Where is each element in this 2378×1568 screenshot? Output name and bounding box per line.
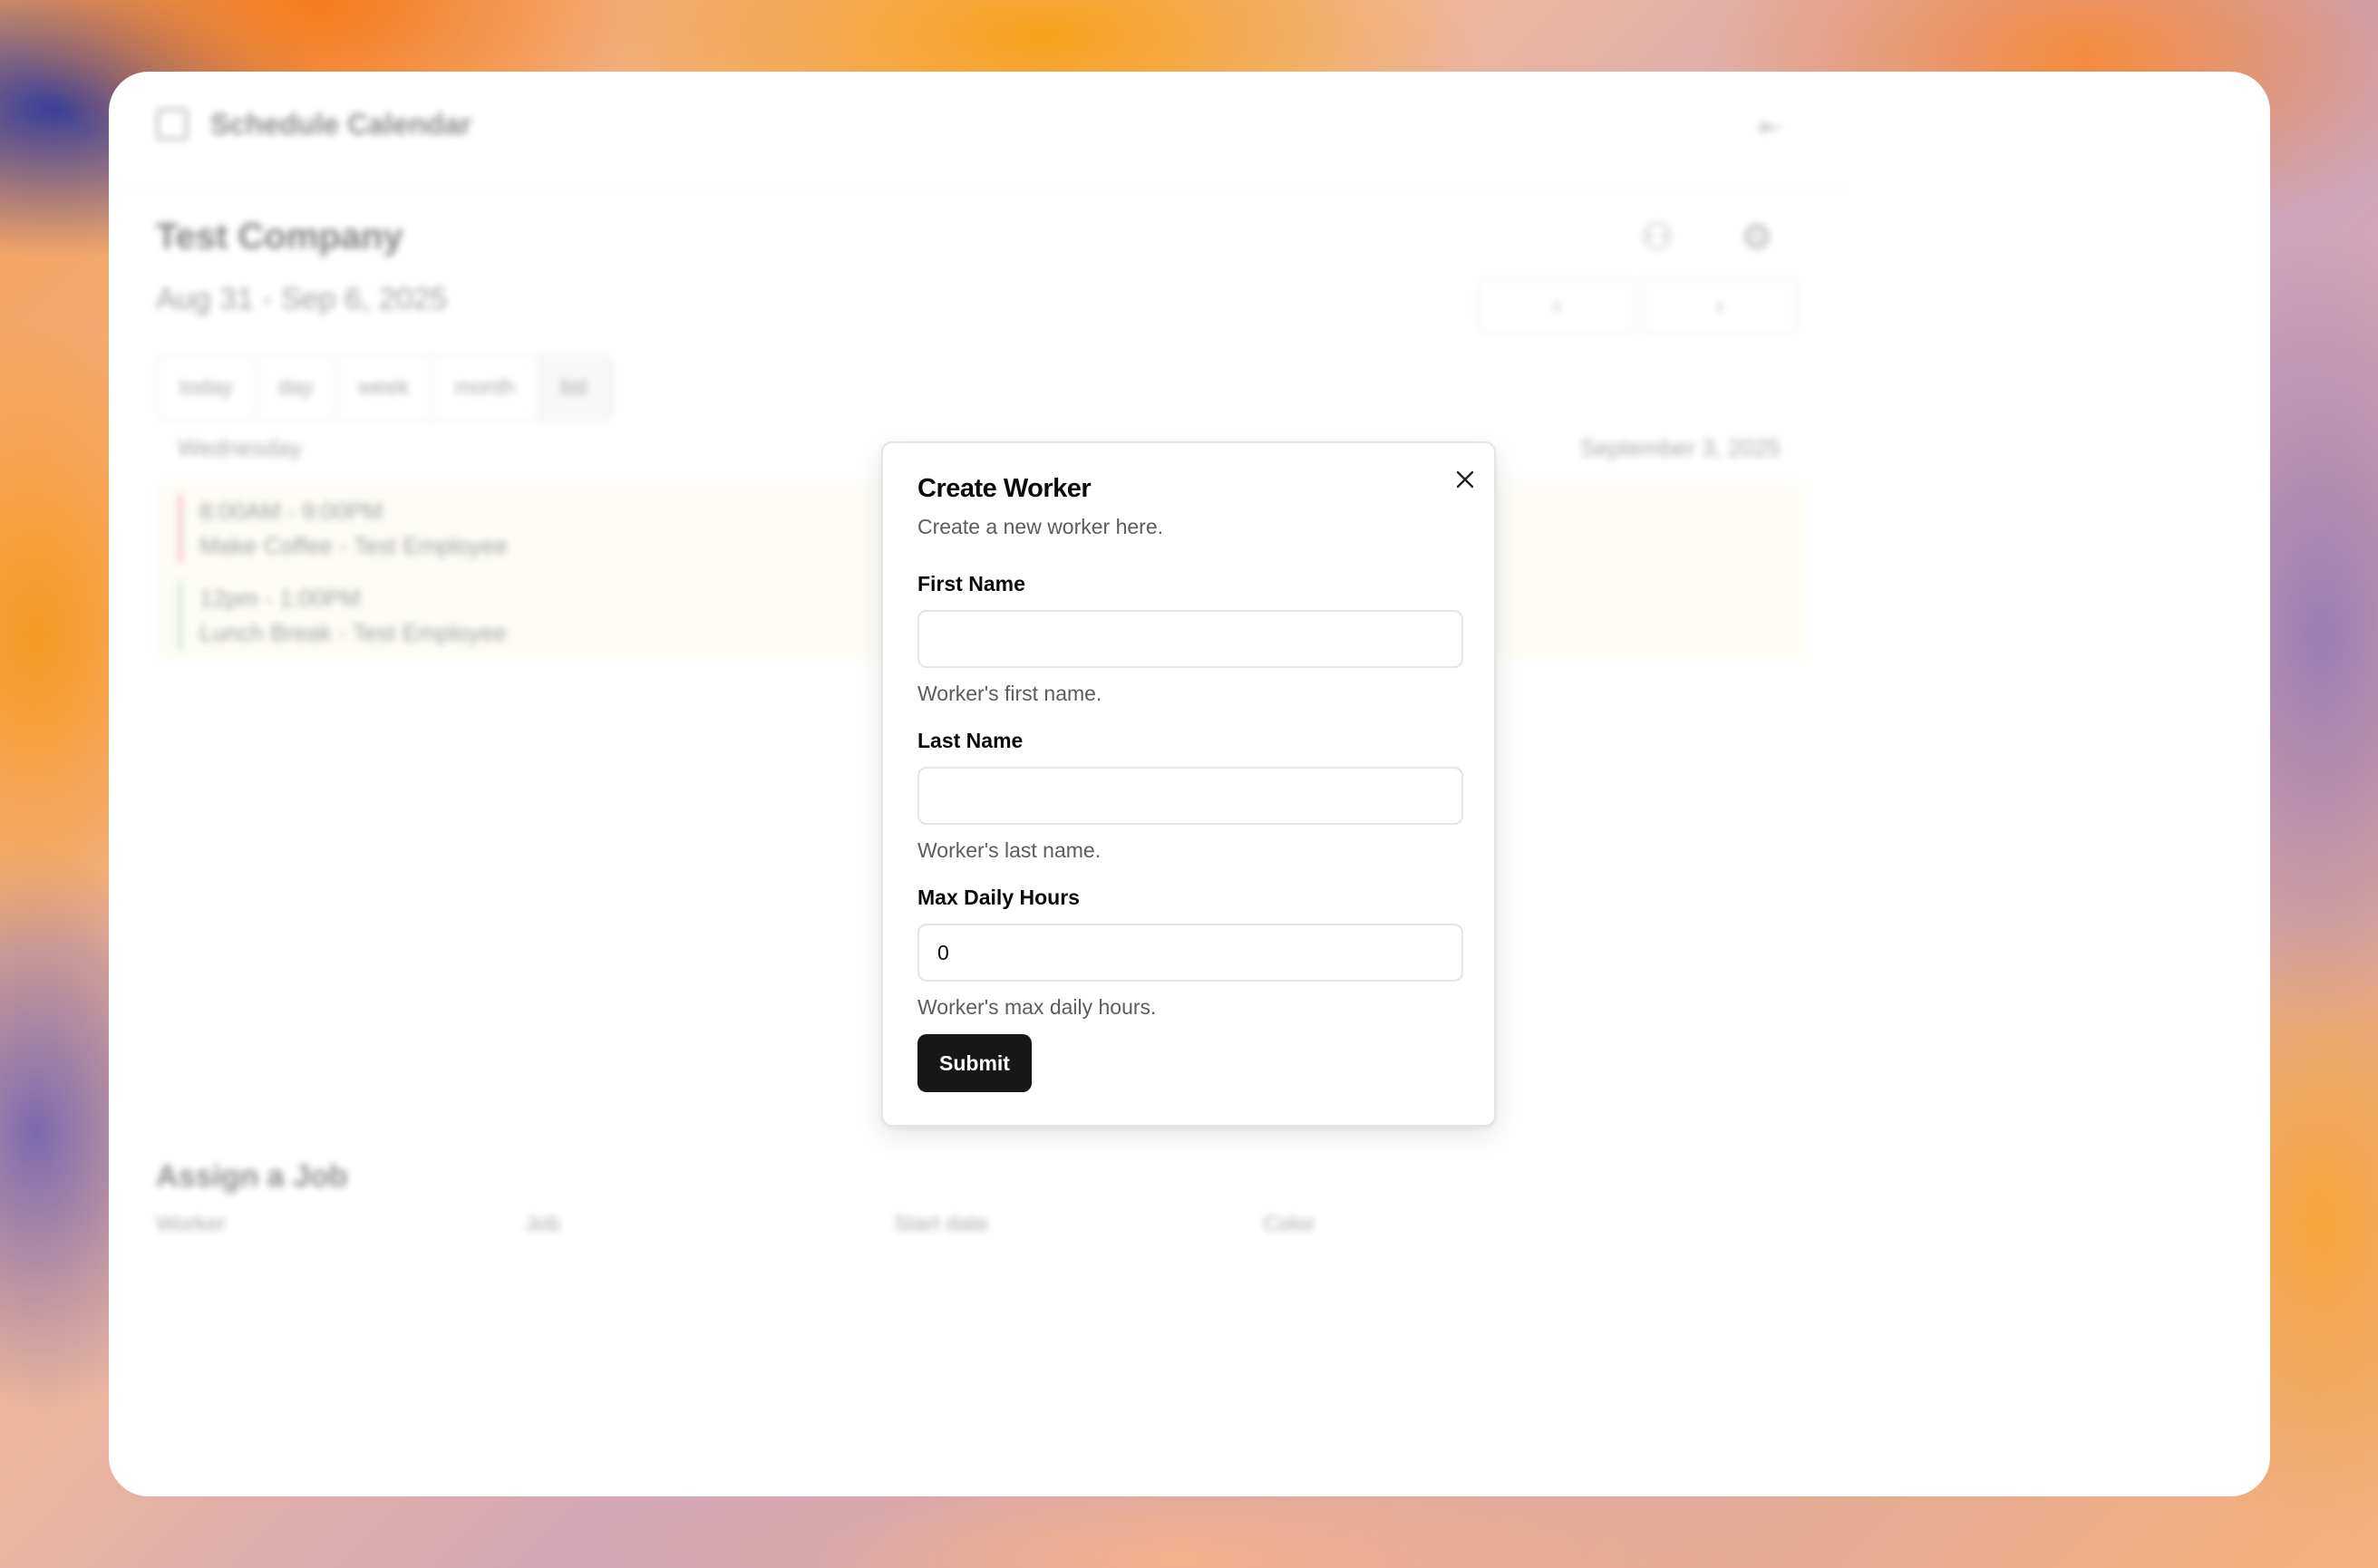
app-header: Schedule Calendar ⇤: [109, 72, 1849, 189]
event-item[interactable]: 8:00AM - 9:00PM Make Coffee - Test Emplo…: [178, 494, 508, 563]
column-header: Worker: [156, 1212, 226, 1236]
tab-list[interactable]: list: [539, 356, 611, 420]
event-title: Make Coffee - Test Employee: [199, 532, 509, 559]
view-tabs: today day week month list: [156, 354, 613, 421]
column-header: Color: [1263, 1212, 1315, 1236]
app-title: Schedule Calendar: [210, 108, 472, 140]
add-user-icon[interactable]: ⚇: [1641, 217, 1674, 258]
day-label: Wednesday: [178, 434, 302, 461]
date-range: Aug 31 - Sep 6, 2025: [156, 282, 448, 316]
max-daily-hours-label: Max Daily Hours: [917, 886, 1080, 909]
first-name-label: First Name: [917, 572, 1025, 595]
column-header: Job: [525, 1212, 560, 1236]
dialog-description: Create a new worker here.: [917, 515, 1164, 538]
event-time: 8:00AM - 9:00PM: [199, 498, 383, 525]
dialog-title: Create Worker: [917, 474, 1092, 503]
first-name-input[interactable]: [917, 610, 1463, 668]
event-item[interactable]: 12pm - 1:00PM Lunch Break - Test Employe…: [178, 581, 507, 650]
prev-week-button[interactable]: ‹: [1478, 276, 1635, 334]
assign-job-title: Assign a Job: [156, 1159, 348, 1194]
first-name-help: Worker's first name.: [917, 682, 1102, 705]
tab-week[interactable]: week: [336, 356, 433, 420]
last-name-label: Last Name: [917, 729, 1024, 752]
column-header: Start date: [894, 1212, 989, 1236]
max-daily-hours-help: Worker's max daily hours.: [917, 995, 1157, 1019]
calendar-icon: [156, 108, 189, 140]
next-week-button[interactable]: ›: [1641, 276, 1799, 334]
close-button[interactable]: [1447, 461, 1483, 498]
last-name-input[interactable]: [917, 767, 1463, 825]
tab-today[interactable]: today: [158, 356, 257, 420]
last-name-help: Worker's last name.: [917, 838, 1102, 862]
event-time: 12pm - 1:00PM: [199, 585, 361, 612]
close-icon: [1456, 470, 1474, 489]
tab-day[interactable]: day: [257, 356, 337, 420]
sidebar-toggle-icon[interactable]: ⇤: [1759, 111, 1781, 143]
event-title: Lunch Break - Test Employee: [199, 619, 508, 646]
tab-month[interactable]: month: [432, 356, 539, 420]
app-window: Schedule Calendar ⇤ Test Company Aug 31 …: [109, 72, 2270, 1496]
company-name: Test Company: [156, 217, 403, 256]
day-date: September 3, 2025: [1579, 434, 1781, 461]
settings-icon[interactable]: ⚙: [1741, 217, 1773, 258]
submit-button[interactable]: Submit: [917, 1034, 1032, 1092]
max-daily-hours-input[interactable]: [917, 924, 1463, 982]
create-worker-dialog: Create Worker Create a new worker here. …: [881, 441, 1496, 1127]
assign-job-header: Worker Job Start date Color: [156, 1212, 1632, 1237]
